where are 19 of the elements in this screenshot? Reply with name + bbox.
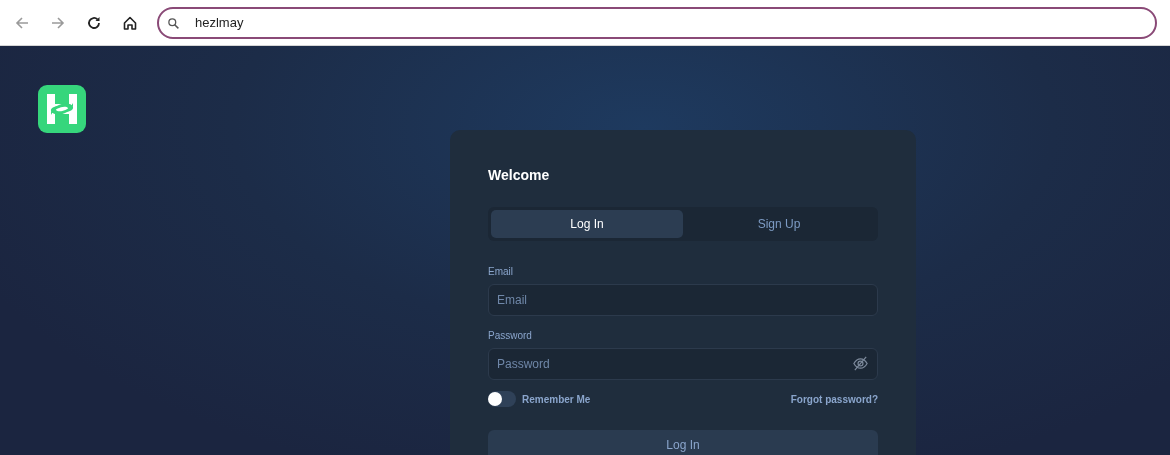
home-icon[interactable] [122,14,138,31]
search-icon [167,16,180,30]
login-button[interactable]: Log In [488,430,878,455]
eye-slash-icon[interactable] [852,355,869,372]
forward-icon[interactable] [50,14,66,31]
field-label: Password [488,329,533,343]
forgot-password-link[interactable]: Forgot password? [790,393,878,405]
address-bar[interactable]: hezlmay [157,6,1157,39]
remember-label: Remember Me [522,393,591,405]
back-icon[interactable] [14,14,30,31]
reload-icon[interactable] [86,14,102,31]
remember-toggle[interactable] [488,391,516,407]
card-title: Welcome [488,166,551,184]
logo-icon [38,85,86,133]
tab[interactable]: Log In [491,210,683,238]
tab[interactable]: Sign Up [683,210,875,238]
password-field[interactable]: Password [488,348,878,380]
email-field[interactable]: Email [488,284,878,316]
field-label: Email [488,265,514,279]
